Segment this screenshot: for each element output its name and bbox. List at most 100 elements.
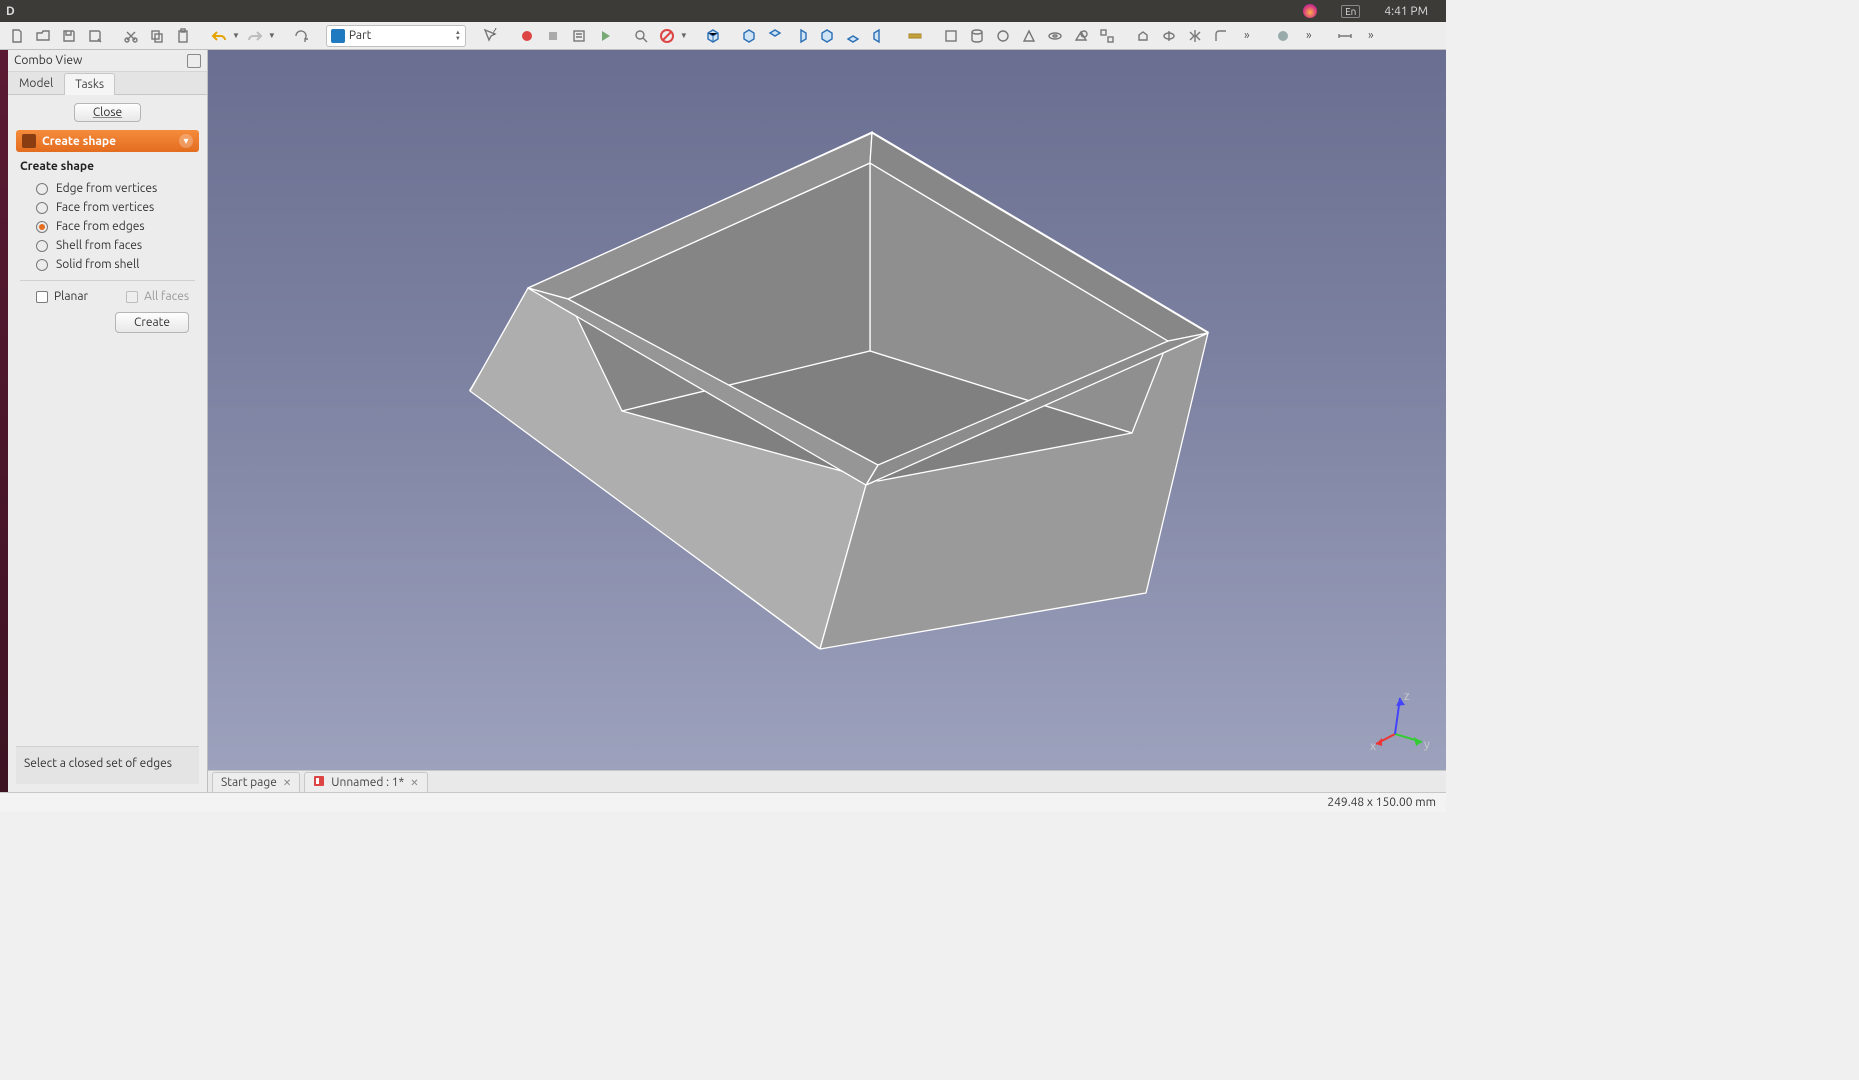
radio-label: Face from edges (56, 220, 145, 233)
paste-icon[interactable] (172, 25, 194, 47)
task-hint-text: Select a closed set of edges (24, 757, 172, 770)
part-cone-icon[interactable] (1018, 25, 1040, 47)
open-file-icon[interactable] (32, 25, 54, 47)
task-collapse-icon[interactable]: ▾ (179, 134, 193, 148)
system-top-bar: D En 4:41 PM (0, 0, 1446, 22)
radio-label: Shell from faces (56, 239, 142, 252)
language-indicator[interactable]: En (1341, 5, 1360, 18)
chevron-more-2-icon[interactable]: » (1298, 25, 1320, 47)
radio-label: Face from vertices (56, 201, 154, 214)
task-hint: Select a closed set of edges (16, 746, 199, 784)
doc-tab-start-page[interactable]: Start page ✕ (212, 772, 300, 792)
combo-view-title: Combo View (14, 54, 187, 67)
part-torus-icon[interactable] (1044, 25, 1066, 47)
task-header-label: Create shape (42, 135, 173, 148)
chevron-more-3-icon[interactable]: » (1360, 25, 1382, 47)
measure-icon[interactable] (904, 25, 926, 47)
macros-icon[interactable] (568, 25, 590, 47)
view-iso-icon[interactable] (702, 25, 724, 47)
part-cylinder-icon[interactable] (966, 25, 988, 47)
draw-style-icon[interactable] (656, 25, 678, 47)
unity-launcher-strip (0, 50, 8, 792)
close-tab-icon[interactable]: ✕ (410, 777, 418, 789)
view-bottom-icon[interactable] (842, 25, 864, 47)
checkbox-all-faces: All faces (110, 287, 191, 306)
view-rear-icon[interactable] (816, 25, 838, 47)
redo-icon[interactable] (244, 25, 266, 47)
workbench-label: Part (349, 29, 451, 42)
status-bar: 249.48 x 150.00 mm (0, 792, 1446, 812)
record-macro-icon[interactable] (516, 25, 538, 47)
run-macro-icon[interactable] (594, 25, 616, 47)
appearance-icon[interactable] (1272, 25, 1294, 47)
app-root: D En 4:41 PM ▼ ▼ (0, 0, 1446, 812)
system-tray: En 4:41 PM (1303, 4, 1440, 18)
3d-viewport[interactable]: x y z Start page ✕ Unnamed : 1* ✕ (208, 50, 1446, 792)
document-tabs: Start page ✕ Unnamed : 1* ✕ (208, 770, 1446, 792)
refresh-icon[interactable] (290, 25, 312, 47)
save-icon[interactable] (58, 25, 80, 47)
tab-tasks[interactable]: Tasks (64, 73, 115, 95)
checkbox-label: Planar (54, 290, 88, 303)
axis-gizmo: x y z (1370, 692, 1430, 752)
task-divider (20, 280, 195, 281)
undo-icon[interactable] (208, 25, 230, 47)
workbench-icon (331, 29, 345, 43)
view-top-icon[interactable] (764, 25, 786, 47)
measure-linear-icon[interactable] (1334, 25, 1356, 47)
chevron-more-1-icon[interactable]: » (1236, 25, 1258, 47)
redo-dropdown-icon[interactable]: ▼ (268, 31, 276, 40)
save-as-icon[interactable] (84, 25, 106, 47)
view-right-icon[interactable] (790, 25, 812, 47)
svg-text:x: x (1370, 740, 1376, 752)
svg-text:y: y (1424, 738, 1430, 751)
flame-icon[interactable] (1303, 4, 1317, 18)
window-title-left: D (6, 5, 15, 18)
checkbox-planar[interactable]: Planar (20, 287, 90, 306)
combo-view-header: Combo View (8, 50, 207, 72)
new-file-icon[interactable] (6, 25, 28, 47)
whats-this-icon[interactable]: ? (480, 25, 502, 47)
radio-face-from-vertices[interactable]: Face from vertices (20, 198, 195, 217)
part-builder-icon[interactable] (1096, 25, 1118, 47)
clock-label[interactable]: 4:41 PM (1384, 5, 1428, 18)
doc-tab-label: Unnamed : 1* (331, 776, 404, 789)
doc-tab-unnamed[interactable]: Unnamed : 1* ✕ (304, 772, 427, 792)
draw-style-dropdown-icon[interactable]: ▼ (680, 31, 688, 40)
create-button[interactable]: Create (115, 312, 189, 333)
radio-label: Solid from shell (56, 258, 139, 271)
tab-model[interactable]: Model (8, 72, 64, 94)
radio-shell-from-faces[interactable]: Shell from faces (20, 236, 195, 255)
zoom-fit-icon[interactable] (630, 25, 652, 47)
radio-face-from-edges[interactable]: Face from edges (20, 217, 195, 236)
mirror-icon[interactable] (1184, 25, 1206, 47)
svg-text:?: ? (492, 28, 497, 38)
radio-label: Edge from vertices (56, 182, 157, 195)
close-button[interactable]: Close (74, 103, 141, 122)
part-box-icon[interactable] (940, 25, 962, 47)
workbench-selector[interactable]: Part ▲▼ (326, 25, 466, 47)
copy-icon[interactable] (146, 25, 168, 47)
task-header[interactable]: Create shape ▾ (16, 130, 199, 152)
combo-view-float-icon[interactable] (187, 54, 201, 68)
radio-solid-from-shell[interactable]: Solid from shell (20, 255, 195, 274)
status-dimensions: 249.48 x 150.00 mm (1327, 796, 1436, 809)
part-sphere-icon[interactable] (992, 25, 1014, 47)
view-front-icon[interactable] (738, 25, 760, 47)
model-render (208, 50, 1446, 792)
view-left-icon[interactable] (868, 25, 890, 47)
extrude-icon[interactable] (1132, 25, 1154, 47)
part-primitives-icon[interactable] (1070, 25, 1092, 47)
fillet-icon[interactable] (1210, 25, 1232, 47)
close-tab-icon[interactable]: ✕ (283, 777, 291, 789)
svg-text:z: z (1404, 692, 1410, 703)
stop-macro-icon[interactable] (542, 25, 564, 47)
main-toolbar: ▼ ▼ Part ▲▼ ? ▼ (0, 22, 1446, 50)
task-header-icon (22, 134, 36, 148)
radio-edge-from-vertices[interactable]: Edge from vertices (20, 179, 195, 198)
cut-icon[interactable] (120, 25, 142, 47)
checkbox-label: All faces (144, 290, 189, 303)
revolve-icon[interactable] (1158, 25, 1180, 47)
undo-dropdown-icon[interactable]: ▼ (232, 31, 240, 40)
task-group-title: Create shape (20, 160, 195, 173)
